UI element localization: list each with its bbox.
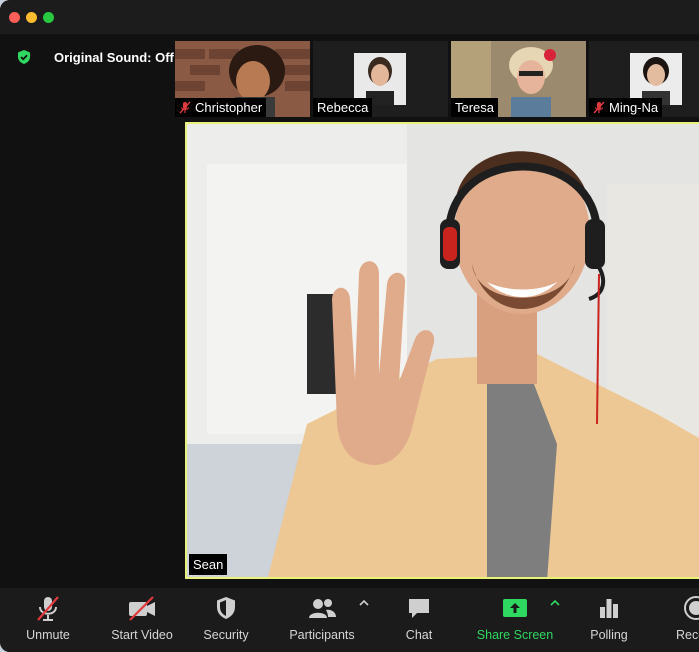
chat-bubble-icon	[409, 599, 429, 618]
chevron-up-icon[interactable]	[550, 599, 560, 607]
active-speaker-video[interactable]: Sean	[185, 122, 699, 579]
original-sound-label: Original Sound: Off	[54, 49, 174, 65]
participant-tile-christopher[interactable]: Christopher	[175, 41, 310, 117]
speaker-name-tag: Sean	[189, 554, 228, 575]
title-bar	[0, 0, 699, 34]
chevron-up-icon[interactable]	[359, 599, 369, 607]
participant-tile-teresa[interactable]: Teresa	[451, 41, 586, 117]
meeting-window: Original Sound: Off Christopher Rebecca …	[0, 0, 699, 652]
record-button[interactable]: Reco	[674, 594, 699, 642]
record-icon	[684, 596, 699, 620]
participant-tile-rebecca[interactable]: Rebecca	[313, 41, 448, 117]
unmute-button[interactable]: Unmute	[18, 594, 78, 642]
participant-name-tag: Rebecca	[313, 98, 373, 117]
participant-name-tag: Teresa	[451, 98, 499, 117]
chat-button[interactable]: Chat	[398, 594, 440, 642]
bar-chart-icon	[600, 599, 618, 618]
participants-button[interactable]: Participants	[286, 594, 358, 642]
participant-name-tag: Ming-Na	[589, 98, 663, 117]
video-camera-off-icon	[129, 596, 155, 621]
microphone-muted-icon	[179, 101, 191, 114]
start-video-button[interactable]: Start Video	[106, 594, 178, 642]
microphone-muted-icon	[37, 596, 59, 621]
polling-button[interactable]: Polling	[586, 594, 632, 642]
security-button[interactable]: Security	[198, 594, 254, 642]
participant-name-tag: Christopher	[175, 98, 267, 117]
participant-tile-ming-na[interactable]: Ming-Na	[589, 41, 699, 117]
maximize-window-button[interactable]	[43, 12, 54, 23]
share-screen-button[interactable]: Share Screen	[474, 594, 556, 642]
speaker-video-feed	[187, 124, 699, 577]
microphone-muted-icon	[593, 101, 605, 114]
close-window-button[interactable]	[9, 12, 20, 23]
people-icon	[309, 599, 336, 618]
original-sound-toggle[interactable]: Original Sound: Off	[16, 48, 190, 66]
shield-icon	[217, 597, 235, 619]
share-screen-icon	[503, 599, 527, 617]
meeting-controls-toolbar: Unmute Start Video Security Participants…	[0, 588, 699, 652]
minimize-window-button[interactable]	[26, 12, 37, 23]
shield-check-icon	[18, 50, 30, 64]
